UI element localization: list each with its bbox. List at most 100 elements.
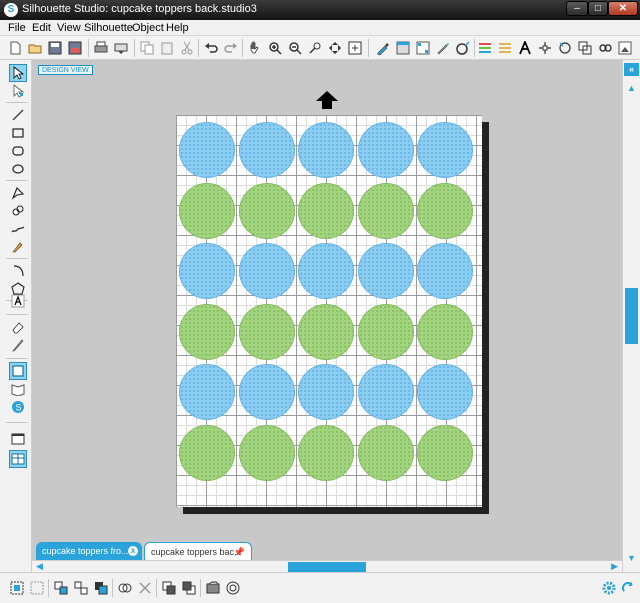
scroll-left-arrow-icon[interactable]: ◀ <box>36 561 43 572</box>
offset-icon[interactable] <box>576 39 594 57</box>
print-icon[interactable] <box>92 39 110 57</box>
open-folder-icon[interactable] <box>26 39 44 57</box>
modify-icon[interactable] <box>556 39 574 57</box>
copy-icon[interactable] <box>138 39 156 57</box>
blue-circle-topper[interactable] <box>298 364 354 420</box>
menu-silhouette[interactable]: Silhouette <box>84 22 133 34</box>
pin-tab-icon[interactable]: 📌 <box>234 543 245 561</box>
green-circle-topper[interactable] <box>357 424 414 481</box>
blue-circle-topper[interactable] <box>238 243 295 299</box>
tab-cupcake-toppers-back[interactable]: cupcake toppers bac... 📌 <box>144 542 252 560</box>
cutting-mat-page[interactable] <box>176 115 482 507</box>
eraser-tool-icon[interactable] <box>9 318 27 336</box>
transform-icon[interactable] <box>596 39 614 57</box>
ellipse-tool-icon[interactable] <box>9 160 27 178</box>
green-circle-topper[interactable] <box>179 182 235 239</box>
paste-icon[interactable] <box>158 39 176 57</box>
green-circle-topper[interactable] <box>417 424 473 481</box>
curve-tool-icon[interactable] <box>9 202 27 220</box>
rectangle-tool-icon[interactable] <box>9 124 27 142</box>
zoom-out-icon[interactable] <box>286 39 304 57</box>
blue-circle-topper[interactable] <box>357 364 414 420</box>
close-tab-icon[interactable]: x <box>128 546 138 556</box>
green-circle-topper[interactable] <box>238 303 295 360</box>
green-circle-topper[interactable] <box>417 303 473 360</box>
green-circle-topper[interactable] <box>238 424 295 481</box>
menu-file[interactable]: File <box>8 22 26 34</box>
green-circle-topper[interactable] <box>357 303 414 360</box>
split-view-icon[interactable] <box>9 450 27 468</box>
blue-circle-topper[interactable] <box>417 364 473 420</box>
pan-hand-icon[interactable] <box>246 39 264 57</box>
horizontal-scrollbar-thumb[interactable] <box>288 562 366 572</box>
zoom-fit-page-icon[interactable] <box>326 39 344 57</box>
menu-help[interactable]: Help <box>166 22 189 34</box>
green-circle-topper[interactable] <box>298 424 354 481</box>
design-page-icon[interactable] <box>9 362 27 380</box>
arc-tool-icon[interactable] <box>9 262 27 280</box>
zoom-selected-icon[interactable] <box>346 39 364 57</box>
tab-cupcake-toppers-front[interactable]: cupcake toppers fro... x <box>36 542 142 560</box>
blue-circle-topper[interactable] <box>357 122 414 178</box>
collapse-panel-button[interactable]: « <box>624 63 639 76</box>
minimize-button[interactable]: – <box>566 1 588 16</box>
maximize-button[interactable]: □ <box>588 1 608 16</box>
blue-circle-topper[interactable] <box>298 122 354 178</box>
grid-settings-icon[interactable] <box>374 39 392 57</box>
compound-path-icon[interactable] <box>92 579 110 597</box>
green-circle-topper[interactable] <box>179 303 235 360</box>
save-to-library-icon[interactable] <box>66 39 84 57</box>
design-workspace[interactable]: DESIGN VIEW <box>32 60 622 560</box>
blue-circle-topper[interactable] <box>417 122 473 178</box>
deselect-icon[interactable] <box>28 579 46 597</box>
zoom-drag-icon[interactable] <box>306 39 324 57</box>
delete-icon[interactable] <box>136 579 154 597</box>
green-circle-topper[interactable] <box>298 182 354 239</box>
vertical-scrollbar-thumb[interactable] <box>625 288 638 344</box>
line-color-icon[interactable] <box>496 39 514 57</box>
blue-circle-topper[interactable] <box>179 243 235 299</box>
page-setup-icon[interactable] <box>394 39 412 57</box>
refresh-icon[interactable] <box>619 579 637 597</box>
scroll-right-arrow-icon[interactable]: ▶ <box>611 561 618 572</box>
new-document-icon[interactable] <box>6 39 24 57</box>
bring-to-front-icon[interactable] <box>160 579 178 597</box>
blue-circle-topper[interactable] <box>238 364 295 420</box>
green-circle-topper[interactable] <box>417 182 473 239</box>
green-circle-topper[interactable] <box>357 182 414 239</box>
blue-circle-topper[interactable] <box>238 122 295 178</box>
freehand-tool-icon[interactable] <box>9 220 27 238</box>
blue-circle-topper[interactable] <box>417 243 473 299</box>
menu-view[interactable]: View <box>57 22 81 34</box>
ungroup-icon[interactable] <box>72 579 90 597</box>
knife-tool-icon[interactable] <box>9 336 27 354</box>
cut-settings-icon[interactable] <box>434 39 452 57</box>
blue-circle-topper[interactable] <box>179 122 235 178</box>
text-tool-icon[interactable] <box>9 292 27 310</box>
blue-circle-topper[interactable] <box>357 243 414 299</box>
send-to-silhouette-icon[interactable] <box>112 39 130 57</box>
green-circle-topper[interactable] <box>179 424 235 481</box>
close-button[interactable]: ✕ <box>608 1 638 16</box>
trace-icon[interactable] <box>454 39 472 57</box>
redo-icon[interactable] <box>222 39 240 57</box>
polygon-tool-icon[interactable] <box>9 184 27 202</box>
menu-object[interactable]: Object <box>132 22 164 34</box>
blue-circle-topper[interactable] <box>179 364 235 420</box>
single-view-icon[interactable] <box>9 430 27 448</box>
blue-circle-topper[interactable] <box>298 243 354 299</box>
fill-color-icon[interactable] <box>476 39 494 57</box>
replicate-icon[interactable] <box>536 39 554 57</box>
horizontal-scrollbar[interactable]: ◀ ▶ <box>32 560 622 572</box>
library-icon[interactable] <box>616 39 634 57</box>
group-icon[interactable] <box>52 579 70 597</box>
fill-background-icon[interactable] <box>204 579 222 597</box>
text-style-icon[interactable] <box>516 39 534 57</box>
cut-icon[interactable] <box>178 39 196 57</box>
registration-marks-icon[interactable] <box>414 39 432 57</box>
select-all-icon[interactable] <box>8 579 26 597</box>
menu-edit[interactable]: Edit <box>32 22 51 34</box>
edit-points-icon[interactable] <box>9 82 27 100</box>
library-view-icon[interactable] <box>9 380 27 398</box>
undo-icon[interactable] <box>202 39 220 57</box>
